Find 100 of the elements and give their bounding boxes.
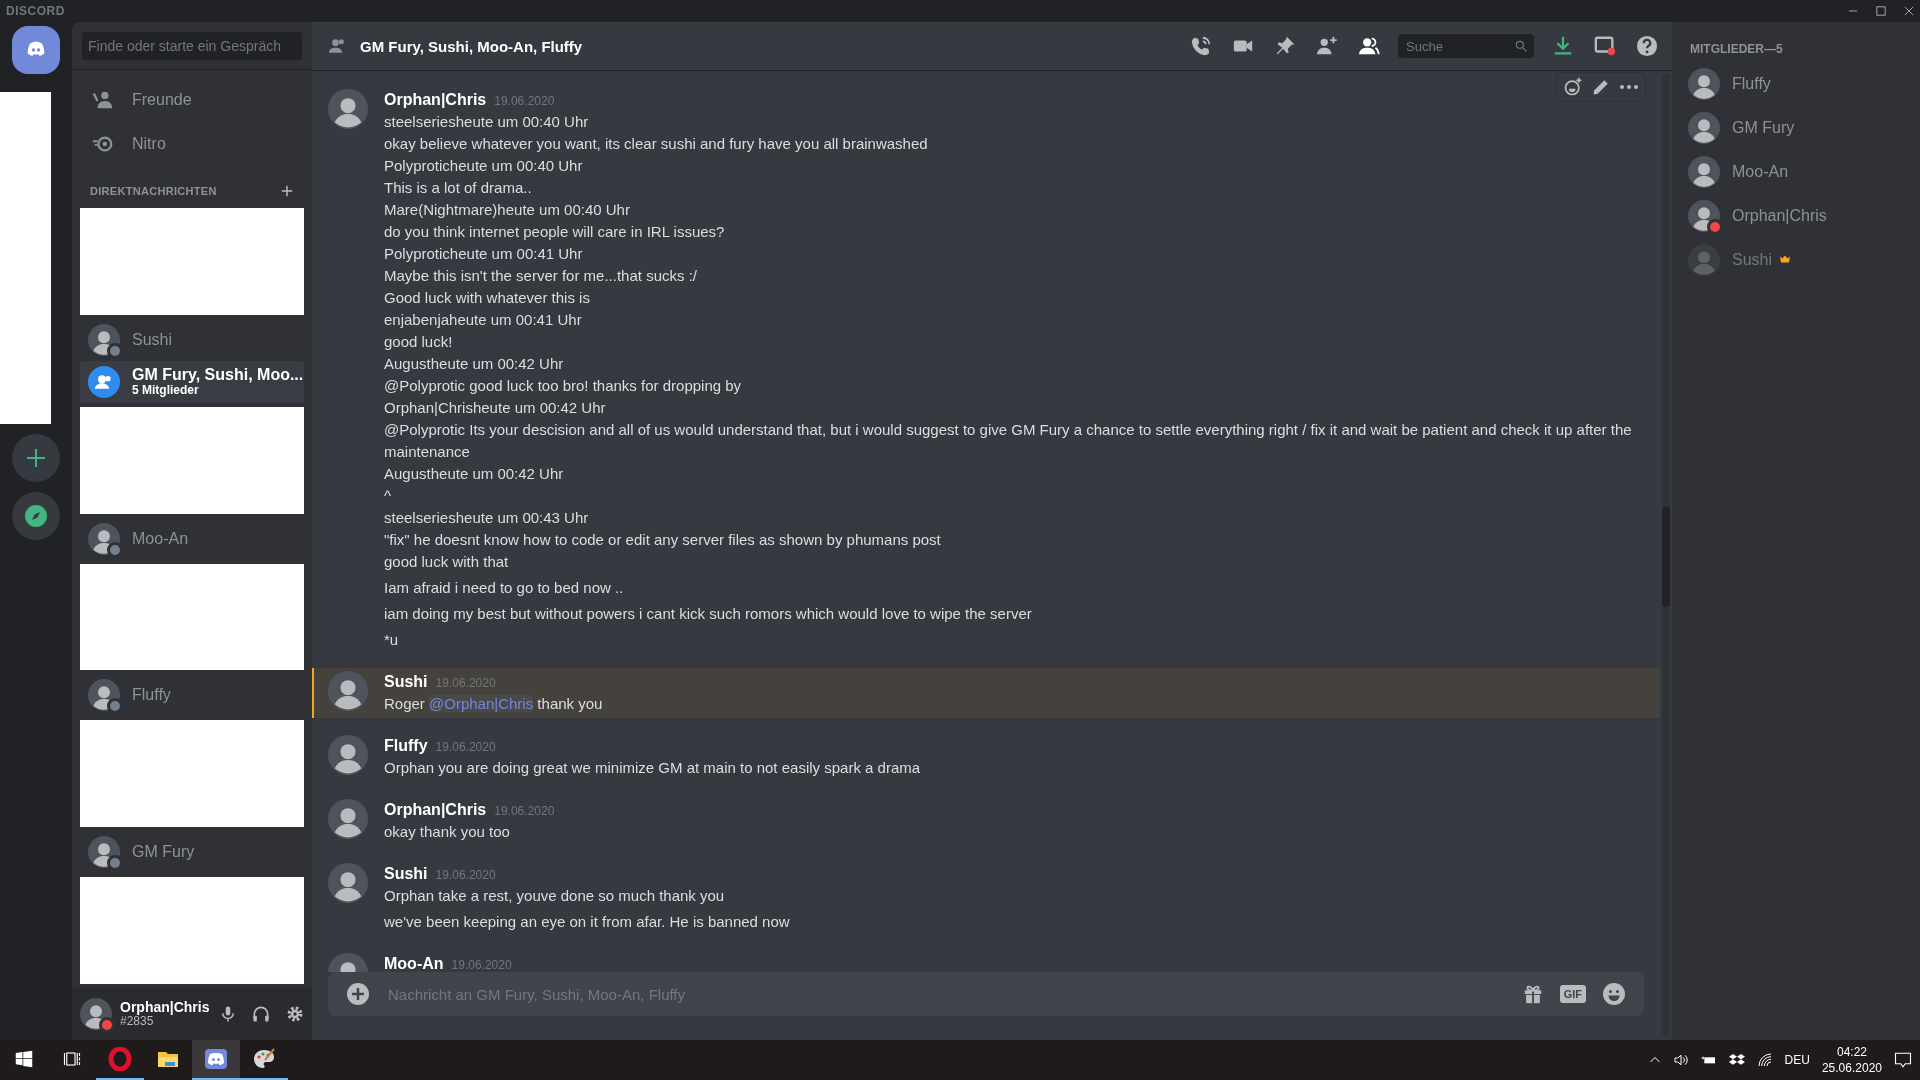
timestamp: 19.06.2020 bbox=[494, 804, 555, 818]
conversation-title: GM Fury, Sushi, Moo-An, Fluffy bbox=[360, 37, 583, 55]
member-item[interactable]: Orphan|Chris bbox=[1688, 194, 1912, 238]
avatar bbox=[1688, 244, 1720, 276]
message-text: we've been keeping an eye on it from afar. He is banned now bbox=[384, 912, 791, 932]
add-user-icon bbox=[1316, 35, 1338, 57]
section-title: DIREKTNACHRICHTEN bbox=[90, 185, 217, 197]
message-text: iam doing my best but without powers i cant kick such romors which would love to wipe the server bbox=[384, 604, 1033, 624]
message-text: Augustheute um 00:42 Uhr bbox=[384, 464, 565, 484]
notification-icon bbox=[1894, 1051, 1912, 1069]
phone-icon bbox=[1190, 35, 1212, 57]
dm-item[interactable]: Sushi bbox=[80, 318, 304, 361]
help-button[interactable] bbox=[1634, 33, 1660, 59]
avatar bbox=[328, 89, 368, 129]
dm-item[interactable]: GM Fury, Sushi, Moo... 5 Mitglieder bbox=[80, 360, 304, 403]
pin-icon bbox=[1274, 35, 1296, 57]
people-icon bbox=[1358, 35, 1380, 57]
avatar bbox=[328, 735, 368, 775]
windows-icon bbox=[15, 1050, 33, 1068]
taskbar-button[interactable] bbox=[192, 1040, 240, 1080]
screen-icon bbox=[1594, 35, 1616, 57]
add-icon bbox=[280, 184, 294, 198]
message-text: @Polyprotic good luck too bro! thanks for dropping by bbox=[384, 376, 743, 396]
message-text: Roger @Orphan|Chris thank you bbox=[384, 694, 604, 714]
author-name[interactable]: Sushi bbox=[384, 671, 428, 693]
more-icon bbox=[1619, 85, 1639, 89]
message-text: good luck! bbox=[384, 332, 454, 352]
member-item[interactable]: Sushi bbox=[1688, 238, 1912, 282]
language-indicator[interactable]: DEU bbox=[1784, 1053, 1810, 1067]
speaker-icon bbox=[1672, 1052, 1689, 1068]
search-field[interactable]: Finde oder starte ein Gespräch bbox=[82, 31, 302, 60]
explore-button[interactable] bbox=[12, 492, 60, 540]
avatar bbox=[328, 671, 368, 711]
attach-button[interactable] bbox=[344, 980, 372, 1008]
user-name: Orphan|Chris bbox=[120, 999, 210, 1016]
nav-item[interactable]: Freunde bbox=[72, 78, 312, 122]
author-name[interactable]: Sushi bbox=[384, 863, 428, 885]
timestamp: 19.06.2020 bbox=[494, 94, 555, 108]
message-text: okay thank you too bbox=[384, 822, 511, 842]
message-text: Orphan take a rest, youve done so much thank you bbox=[384, 886, 726, 906]
message-text: Good luck with whatever this is bbox=[384, 288, 591, 308]
group-avatar-icon bbox=[88, 365, 120, 398]
timestamp: 19.06.2020 bbox=[435, 740, 496, 754]
author-name[interactable]: Fluffy bbox=[384, 735, 428, 757]
emoji-button[interactable] bbox=[1600, 980, 1628, 1008]
message-text: Iam afraid i need to go to bed now .. bbox=[384, 578, 625, 598]
message-text: *u bbox=[384, 630, 400, 650]
task-view-icon bbox=[63, 1050, 81, 1068]
message-text: Augustheute um 00:42 Uhr bbox=[384, 354, 565, 374]
wifi-icon bbox=[1756, 1052, 1773, 1068]
avatar bbox=[328, 799, 368, 839]
palette-icon bbox=[252, 1047, 276, 1071]
author-name[interactable]: Orphan|Chris bbox=[384, 89, 487, 111]
message-text: Maybe this isn't the server for me...that sucks :/ bbox=[384, 266, 698, 286]
ring-icon bbox=[108, 1047, 132, 1071]
dm-item[interactable]: Moo-An bbox=[80, 517, 304, 560]
add-server-button[interactable] bbox=[12, 434, 60, 482]
user-tag: #2835 bbox=[120, 1015, 210, 1029]
dm-item[interactable]: Fluffy bbox=[80, 674, 304, 717]
avatar bbox=[1688, 68, 1720, 100]
message-text: good luck with that bbox=[384, 552, 510, 572]
smiley-icon bbox=[1602, 982, 1626, 1006]
headphones-icon bbox=[251, 1004, 272, 1024]
gif-button[interactable]: GIF bbox=[1559, 985, 1586, 1003]
avatar bbox=[88, 522, 120, 555]
scrollbar[interactable] bbox=[1662, 74, 1670, 1036]
member-item[interactable]: Moo-An bbox=[1688, 150, 1912, 194]
member-name: Sushi bbox=[1732, 251, 1773, 269]
close-icon bbox=[1904, 6, 1914, 16]
home-button[interactable] bbox=[12, 26, 60, 74]
message-text: Orphan you are doing great we minimize GM at main to not easily spark a drama bbox=[384, 758, 922, 778]
author-name[interactable]: Orphan|Chris bbox=[384, 799, 487, 821]
avatar bbox=[1688, 156, 1720, 188]
search-field[interactable]: Suche bbox=[1398, 34, 1534, 58]
avatar bbox=[1688, 112, 1720, 144]
nav-item[interactable]: Nitro bbox=[72, 122, 312, 166]
timestamp: 19.06.2020 bbox=[435, 868, 496, 882]
members-title: MITGLIEDER—5 bbox=[1689, 42, 1784, 56]
dm-item[interactable]: GM Fury bbox=[80, 831, 304, 874]
author-name[interactable]: Moo-An bbox=[384, 953, 444, 972]
member-item[interactable]: GM Fury bbox=[1688, 106, 1912, 150]
message-text: Polyproticheute um 00:40 Uhr bbox=[384, 156, 584, 176]
plus-icon bbox=[24, 446, 48, 470]
member-name: Fluffy bbox=[1732, 75, 1771, 93]
timestamp: 19.06.2020 bbox=[451, 958, 512, 972]
message-text: okay believe whatever you want, its clear sushi and fury have you all brainwashed bbox=[384, 134, 929, 154]
message-text: Mare(Nightmare)heute um 00:40 Uhr bbox=[384, 200, 631, 220]
message-text: steelseriesheute um 00:43 Uhr bbox=[384, 508, 590, 528]
message-text: Orphan|Chrisheute um 00:42 Uhr bbox=[384, 398, 607, 418]
help-icon bbox=[1636, 35, 1658, 57]
search-input[interactable]: Suche bbox=[1404, 37, 1514, 55]
compass-icon bbox=[24, 504, 48, 528]
message-text: "fix" he doesnt know how to code or edit any server files as shown by phumans post bbox=[384, 530, 942, 550]
crown-icon bbox=[1778, 254, 1793, 266]
mention-link[interactable]: @Orphan|Chris bbox=[429, 695, 534, 712]
app-title: DISCORD bbox=[6, 4, 65, 18]
message-text: ^ bbox=[384, 486, 393, 506]
download-icon bbox=[1552, 35, 1574, 57]
timestamp: 19.06.2020 bbox=[435, 676, 496, 690]
member-item[interactable]: Fluffy bbox=[1688, 62, 1912, 106]
